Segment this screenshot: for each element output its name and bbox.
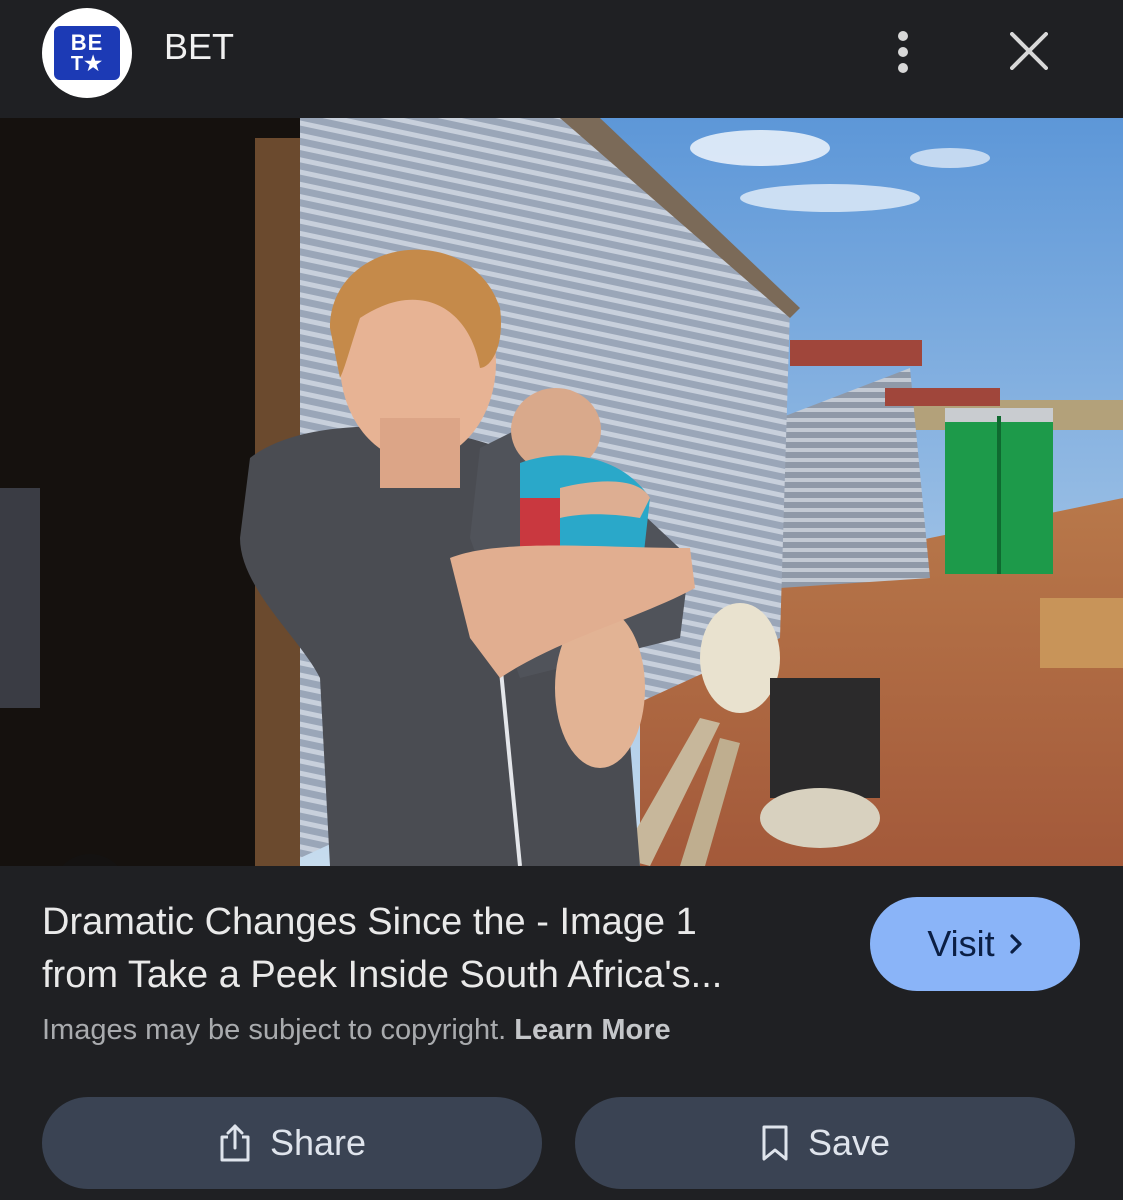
result-title-line2: from Take a Peek Inside South Africa's..…: [42, 954, 723, 996]
more-vert-icon: [898, 31, 908, 73]
bet-logo-icon: BE T★: [54, 26, 120, 80]
save-button[interactable]: Save: [575, 1097, 1075, 1189]
visit-button[interactable]: Visit: [870, 897, 1080, 991]
copyright-notice: Images may be subject to copyright. Lear…: [42, 1014, 671, 1047]
close-button[interactable]: [1002, 22, 1056, 80]
visit-button-label: Visit: [927, 923, 995, 964]
close-icon: [1010, 32, 1048, 70]
site-logo[interactable]: BE T★: [42, 8, 132, 98]
share-button-label: Share: [269, 1122, 367, 1163]
bookmark-icon: [760, 1124, 790, 1162]
share-icon: [218, 1123, 252, 1163]
image-viewer: BE T★ BET Dramatic Changes Since the - I…: [0, 0, 1123, 1200]
copyright-text: Images may be subject to copyright.: [42, 1014, 507, 1046]
result-title-line1: Dramatic Changes Since the - Image 1: [42, 901, 697, 943]
preview-image[interactable]: [0, 118, 1123, 866]
share-button[interactable]: Share: [42, 1097, 542, 1189]
chevron-right-icon: [1009, 933, 1023, 955]
site-name[interactable]: BET: [164, 26, 234, 68]
logo-text-top: BE: [70, 30, 104, 55]
learn-more-link[interactable]: Learn More: [514, 1014, 670, 1046]
photo-illustration: [0, 118, 1123, 866]
result-title[interactable]: Dramatic Changes Since the - Image 1 fro…: [42, 896, 842, 1002]
more-options-button[interactable]: [882, 24, 924, 80]
save-button-label: Save: [807, 1122, 891, 1163]
header-bar: BE T★ BET: [0, 0, 1123, 118]
logo-text-bottom: T★: [70, 53, 104, 75]
